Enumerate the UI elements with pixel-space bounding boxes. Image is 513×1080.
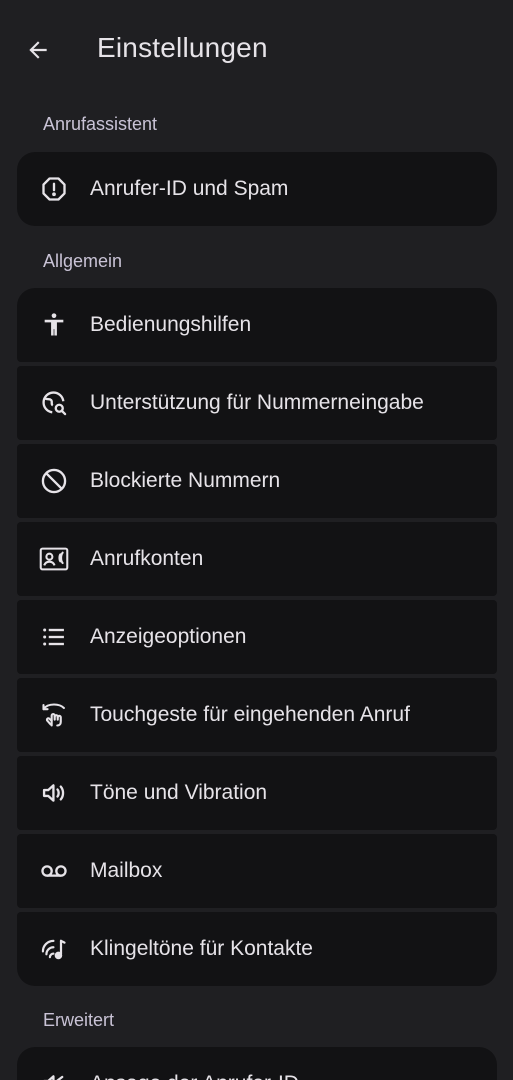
settings-item-label: Bedienungshilfen	[90, 313, 252, 336]
list-icon	[39, 622, 69, 652]
settings-item-label: Unterstützung für Nummerneingabe	[90, 391, 424, 414]
settings-item-incoming-call-gesture[interactable]: Touchgeste für eingehenden Anruf	[17, 678, 497, 752]
settings-item-label: Anzeigeoptionen	[90, 625, 247, 648]
settings-item-label: Töne und Vibration	[90, 781, 268, 804]
top-app-bar: Einstellungen	[0, 0, 513, 100]
globe-search-icon	[39, 388, 69, 418]
voicemail-icon	[39, 856, 69, 886]
settings-item-calling-accounts[interactable]: Anrufkonten	[17, 522, 497, 596]
section-header-allgemein: Allgemein	[43, 251, 123, 271]
settings-item-display-options[interactable]: Anzeigeoptionen	[17, 600, 497, 674]
settings-item-mailbox[interactable]: Mailbox	[17, 834, 497, 908]
block-icon	[39, 466, 69, 496]
settings-item-label: Anrufkonten	[90, 547, 204, 570]
ringtone-icon	[39, 934, 69, 964]
announce-icon	[39, 1069, 69, 1080]
settings-item-label: Blockierte Nummern	[90, 469, 281, 492]
settings-item-label: Mailbox	[90, 859, 163, 882]
back-button[interactable]	[18, 30, 58, 70]
settings-item-number-input-support[interactable]: Unterstützung für Nummerneingabe	[17, 366, 497, 440]
settings-item-blocked-numbers[interactable]: Blockierte Nummern	[17, 444, 497, 518]
settings-item-label: Anrufer-ID und Spam	[90, 177, 289, 200]
settings-item-caller-id-announcement[interactable]: Ansage der Anrufer-ID	[17, 1047, 497, 1080]
arrow-back-icon	[29, 41, 47, 59]
contact-phone-icon	[39, 544, 69, 574]
section-header-anrufassistent: Anrufassistent	[43, 114, 158, 134]
settings-item-label: Klingeltöne für Kontakte	[90, 937, 313, 960]
accessibility-icon	[39, 310, 69, 340]
volume-icon	[39, 778, 69, 808]
settings-item-label: Touchgeste für eingehenden Anruf	[90, 703, 410, 726]
page-title: Einstellungen	[97, 32, 268, 63]
settings-item-sounds-vibration[interactable]: Töne und Vibration	[17, 756, 497, 830]
section-header-erweitert: Erweitert	[43, 1010, 115, 1030]
settings-item-accessibility[interactable]: Bedienungshilfen	[17, 288, 497, 362]
settings-item-contact-ringtones[interactable]: Klingeltöne für Kontakte	[17, 912, 497, 986]
settings-item-label: Ansage der Anrufer-ID	[90, 1072, 299, 1080]
settings-item-caller-id-spam[interactable]: Anrufer-ID und Spam	[17, 152, 497, 226]
settings-screen: Einstellungen Anrufassistent Anrufer-ID …	[0, 0, 513, 1080]
alert-octagon-icon	[39, 174, 69, 204]
swipe-gesture-icon	[39, 700, 69, 730]
